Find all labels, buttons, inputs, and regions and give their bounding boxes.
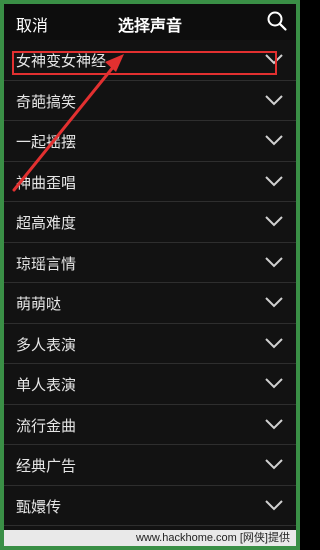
watermark: www.hackhome.com [网侠]提供 bbox=[4, 530, 296, 546]
category-row[interactable]: 琼瑶言情 bbox=[4, 243, 296, 283]
category-label: 经典广告 bbox=[16, 457, 77, 475]
category-row[interactable]: 一起摇摆 bbox=[4, 121, 296, 162]
category-row[interactable]: 萌萌哒 bbox=[4, 283, 296, 324]
top-bar: 取消 选择声音 bbox=[4, 4, 296, 40]
category-label: 超高难度 bbox=[16, 214, 77, 232]
chevron-down-icon[interactable] bbox=[264, 214, 284, 228]
annotation-highlight-box bbox=[12, 51, 277, 75]
category-label: 萌萌哒 bbox=[16, 295, 62, 313]
search-icon[interactable] bbox=[266, 10, 288, 32]
category-row[interactable]: 神曲歪唱 bbox=[4, 162, 296, 202]
chevron-down-icon[interactable] bbox=[264, 417, 284, 431]
category-row[interactable]: 单人表演 bbox=[4, 364, 296, 405]
category-row[interactable]: 经典广告 bbox=[4, 445, 296, 486]
category-row[interactable]: 甄嬛传 bbox=[4, 486, 296, 526]
chevron-down-icon[interactable] bbox=[264, 174, 284, 188]
chevron-down-icon[interactable] bbox=[264, 255, 284, 269]
chevron-down-icon[interactable] bbox=[264, 336, 284, 350]
category-label: 一起摇摆 bbox=[16, 133, 77, 151]
category-label: 神曲歪唱 bbox=[16, 173, 77, 192]
page-title: 选择声音 bbox=[117, 16, 182, 35]
chevron-down-icon[interactable] bbox=[264, 498, 284, 512]
chevron-down-icon[interactable] bbox=[264, 93, 284, 107]
category-label: 流行金曲 bbox=[16, 416, 77, 435]
sound-category-list: 女神变女神经 奇葩搞笑 一起摇摆 神曲歪唱 超高难度 琼瑶言情 萌萌哒 多人表演… bbox=[4, 40, 296, 526]
category-row[interactable]: 流行金曲 bbox=[4, 405, 296, 445]
category-label: 琼瑶言情 bbox=[16, 254, 77, 273]
app-screen: 取消 选择声音 女神变女神经 奇葩搞笑 一起摇摆 神曲歪唱 超高难度 琼瑶言情 … bbox=[4, 4, 296, 546]
chevron-down-icon[interactable] bbox=[264, 133, 284, 147]
category-label: 甄嬛传 bbox=[16, 497, 62, 516]
chevron-down-icon[interactable] bbox=[264, 376, 284, 390]
chevron-down-icon[interactable] bbox=[264, 295, 284, 309]
category-label: 单人表演 bbox=[16, 376, 77, 394]
chevron-down-icon[interactable] bbox=[264, 457, 284, 471]
category-label: 多人表演 bbox=[16, 335, 77, 354]
category-row[interactable]: 奇葩搞笑 bbox=[4, 81, 296, 121]
screenshot-frame: 取消 选择声音 女神变女神经 奇葩搞笑 一起摇摆 神曲歪唱 超高难度 琼瑶言情 … bbox=[0, 0, 300, 550]
category-row[interactable]: 超高难度 bbox=[4, 202, 296, 243]
category-row[interactable]: 多人表演 bbox=[4, 324, 296, 364]
category-label: 奇葩搞笑 bbox=[16, 92, 77, 111]
